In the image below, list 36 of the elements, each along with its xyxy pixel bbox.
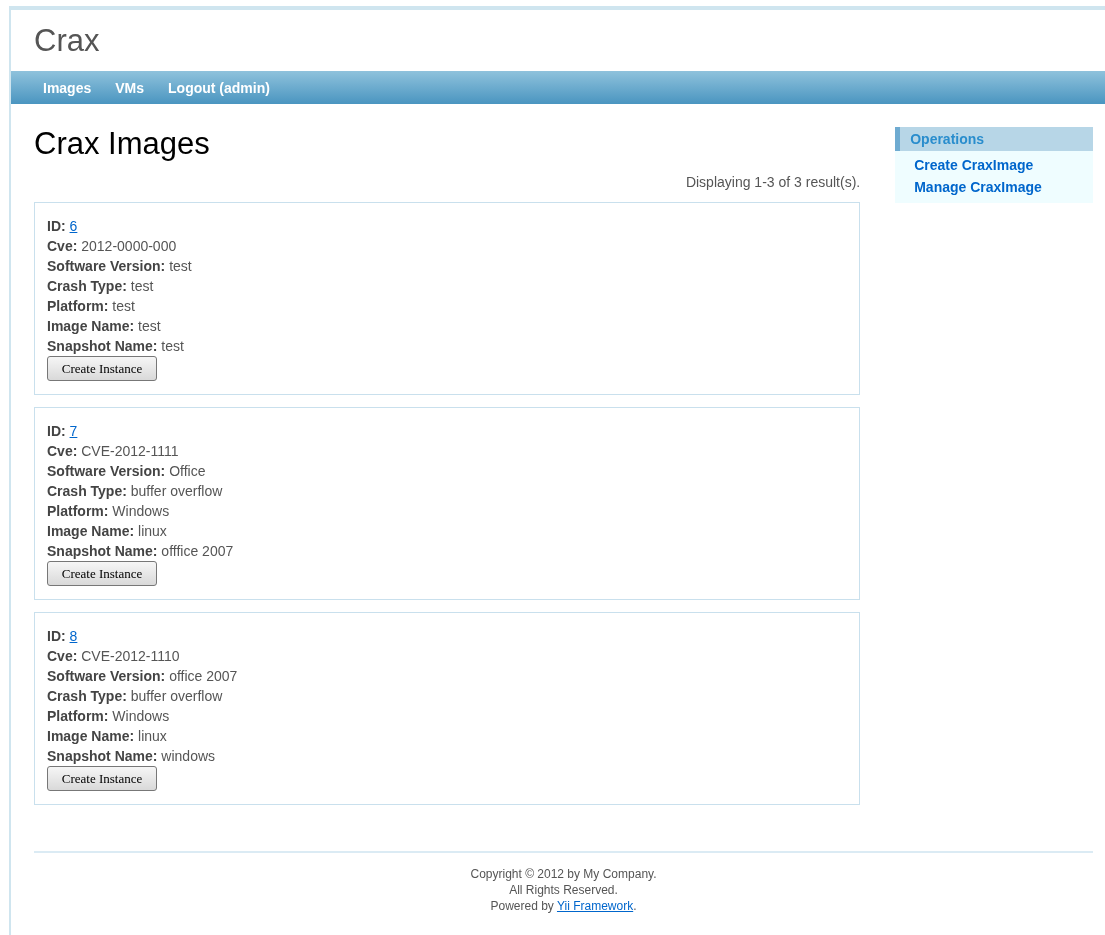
field-line: Cve: CVE-2012-1111 (47, 443, 179, 459)
operation-link[interactable]: Manage CraxImage (914, 179, 1093, 195)
field-line: Software Version: office 2007 (47, 668, 238, 684)
create-instance-button[interactable]: Create Instance (47, 561, 157, 586)
field-label: ID: (47, 423, 66, 439)
footer-text: Powered by Yii Framework. (489, 898, 638, 914)
operation-link[interactable]: Create CraxImage (914, 157, 1093, 173)
field-line: Platform: Windows (47, 708, 170, 724)
panel-title: Operations (895, 127, 1093, 151)
field-line: Platform: test (47, 298, 135, 314)
field-line: Image Name: linux (47, 728, 167, 744)
field-line: Image Name: linux (47, 523, 167, 539)
field-line: Crash Type: buffer overflow (47, 688, 223, 704)
field-line: Cve: CVE-2012-1110 (47, 648, 180, 664)
field-line: Crash Type: test (47, 278, 154, 294)
create-instance-button[interactable]: Create Instance (47, 766, 157, 791)
create-instance-button[interactable]: Create Instance (47, 356, 157, 381)
field-line: Image Name: test (47, 318, 161, 334)
field-line: Snapshot Name: offfice 2007 (47, 543, 234, 559)
footer-text: Copyright © 2012 by My Company. (469, 866, 658, 882)
result-summary: Displaying 1-3 of 3 result(s). (685, 174, 861, 190)
footer-text: All Rights Reserved. (508, 882, 619, 898)
field-line: Platform: Windows (47, 503, 170, 519)
field-label: ID: (47, 218, 66, 234)
id-link[interactable]: 8 (69, 628, 78, 644)
field-line: Cve: 2012-0000-000 (47, 238, 177, 254)
field-line: Snapshot Name: windows (47, 748, 216, 764)
field-line: Software Version: Office (47, 463, 206, 479)
field-line: Software Version: test (47, 258, 192, 274)
id-link[interactable]: 7 (69, 423, 78, 439)
site-title: Crax (34, 22, 100, 59)
field-line: Snapshot Name: test (47, 338, 184, 354)
field-label: ID: (47, 628, 66, 644)
field-line: Crash Type: buffer overflow (47, 483, 223, 499)
id-link[interactable]: 6 (69, 218, 78, 234)
page-heading: Crax Images (34, 126, 211, 162)
